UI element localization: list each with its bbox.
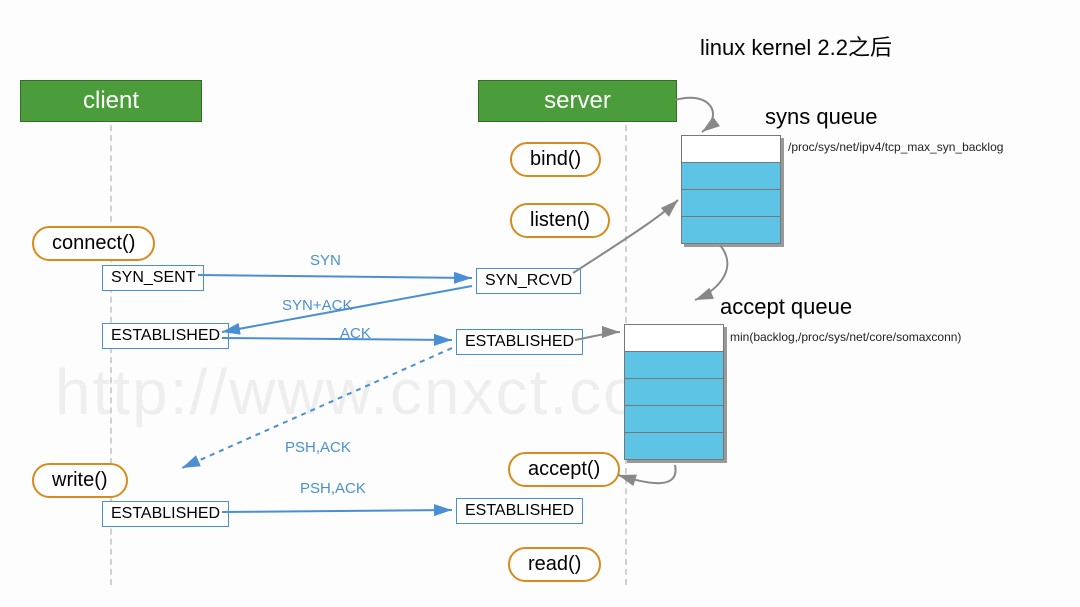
read-call: read() (508, 547, 601, 582)
syns-queue-path: /proc/sys/net/ipv4/tcp_max_syn_backlog (788, 140, 1003, 154)
label-ack: ACK (340, 325, 371, 342)
kernel-version-title: linux kernel 2.2之后 (700, 30, 892, 62)
label-synack: SYN+ACK (282, 297, 352, 314)
client-established-2: ESTABLISHED (102, 501, 229, 527)
syns-queue-title: syns queue (765, 104, 878, 130)
arrow-syns-to-accept (695, 245, 727, 300)
client-established-1: ESTABLISHED (102, 323, 229, 349)
arrow-pshack-solid (222, 510, 452, 512)
arrow-to-syns-queue (675, 98, 713, 132)
accept-call: accept() (508, 452, 620, 487)
server-established-2: ESTABLISHED (456, 498, 583, 524)
connect-call: connect() (32, 226, 155, 261)
server-established-1: ESTABLISHED (456, 329, 583, 355)
label-pshack1: PSH,ACK (285, 439, 351, 456)
arrow-ack (222, 338, 452, 340)
server-syn-rcvd: SYN_RCVD (476, 268, 581, 294)
bind-call: bind() (510, 142, 601, 177)
arrow-syn (198, 275, 472, 278)
accept-queue (624, 324, 724, 460)
syns-queue (681, 135, 781, 244)
label-pshack2: PSH,ACK (300, 480, 366, 497)
client-header: client (20, 80, 202, 122)
write-call: write() (32, 463, 128, 498)
client-syn-sent: SYN_SENT (102, 265, 204, 291)
accept-queue-title: accept queue (720, 294, 852, 320)
label-syn: SYN (310, 252, 341, 269)
watermark: http://www.cnxct.com (55, 355, 696, 429)
listen-call: listen() (510, 203, 610, 238)
accept-queue-path: min(backlog,/proc/sys/net/core/somaxconn… (730, 330, 961, 344)
server-header: server (478, 80, 677, 122)
